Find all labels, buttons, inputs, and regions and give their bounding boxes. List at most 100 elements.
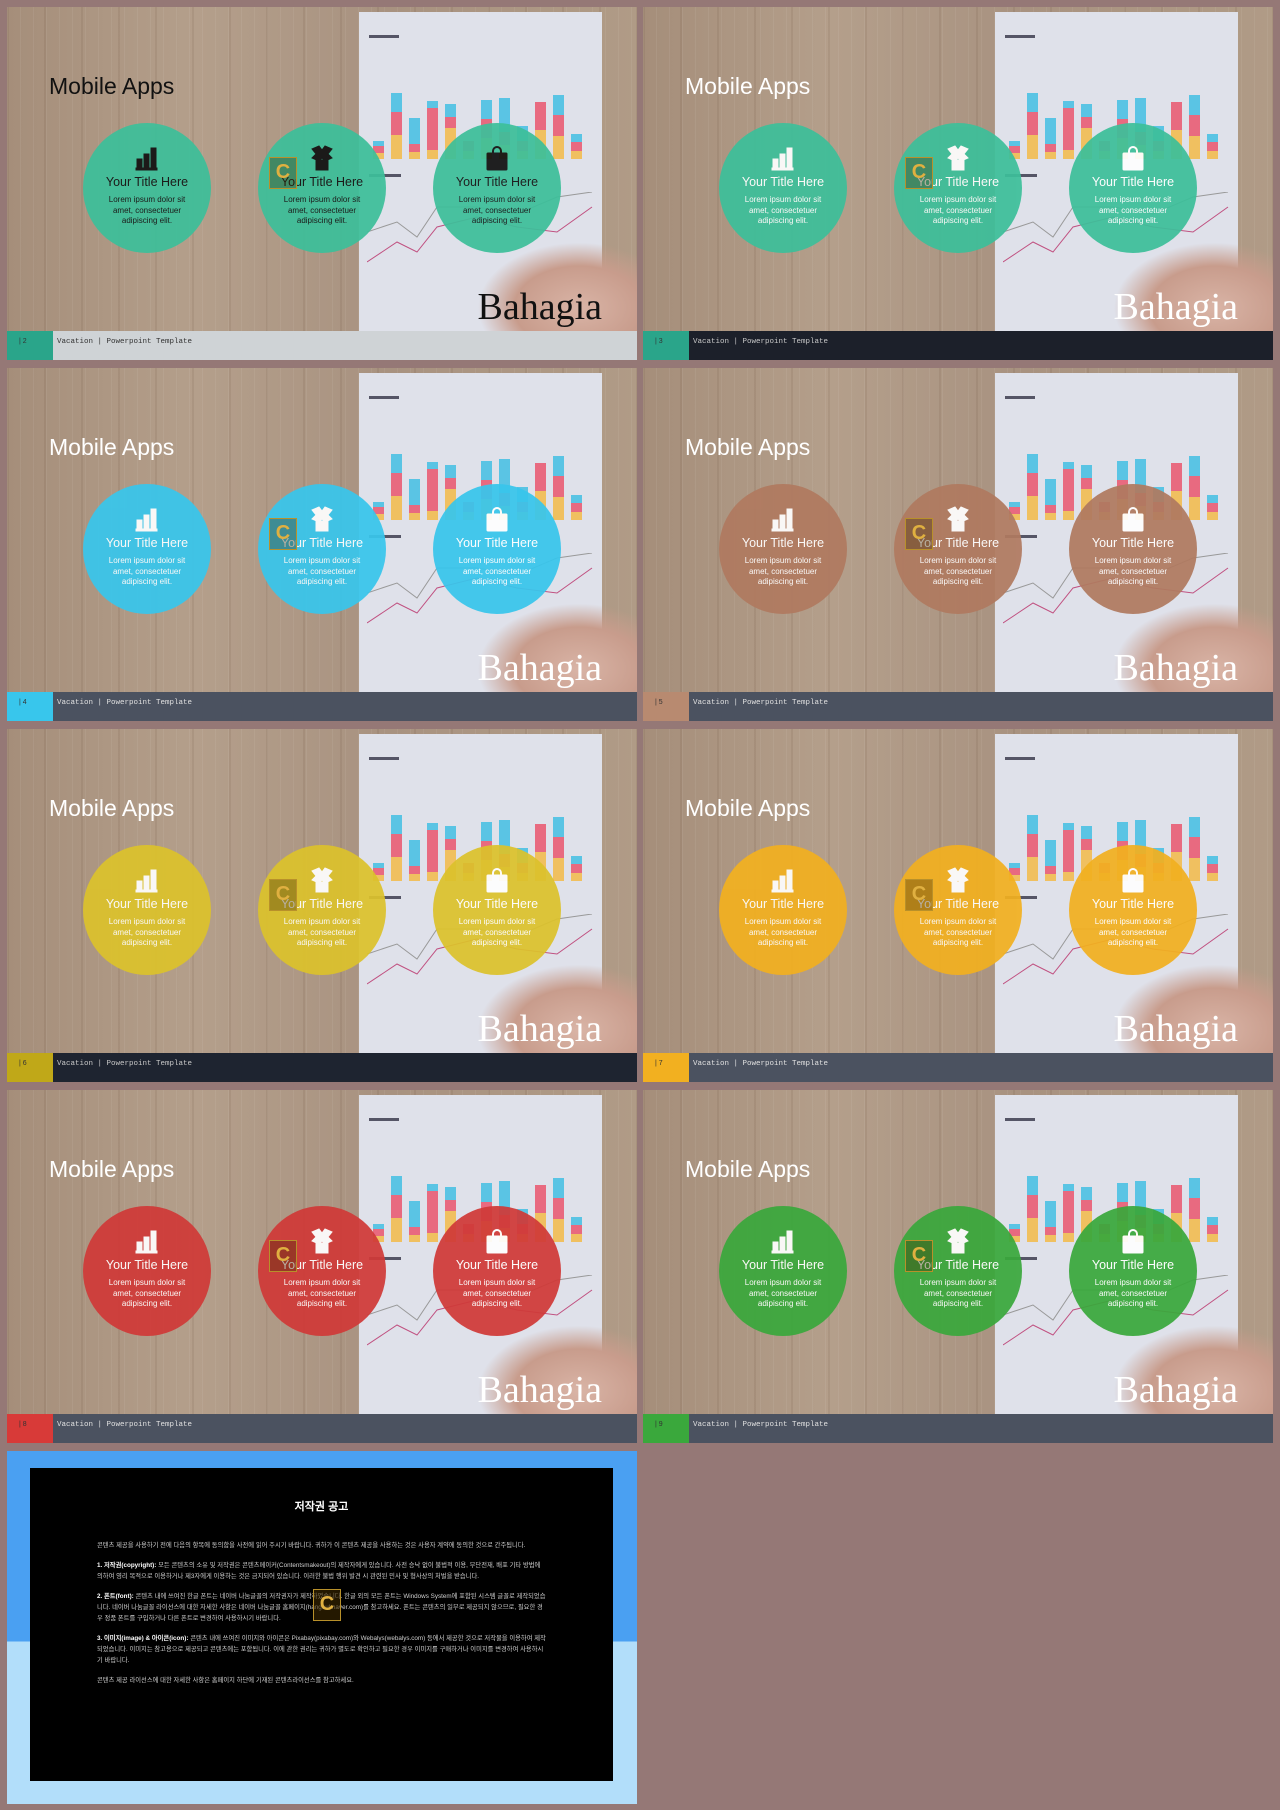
- photo-chart-bar: [1081, 104, 1092, 117]
- slide-thumbnail[interactable]: Mobile Apps Your Title Here Lorem ipsum …: [7, 7, 637, 360]
- slide-title: Mobile Apps: [685, 434, 811, 460]
- photo-chart-bar: [553, 94, 564, 115]
- photo-chart-bar: [409, 866, 420, 874]
- slide-title: Mobile Apps: [49, 1156, 175, 1182]
- photo-chart-bar: [1009, 502, 1020, 508]
- photo-chart-bar: [1207, 872, 1218, 881]
- photo-chart-bar: [1063, 462, 1074, 469]
- slide-thumbnail[interactable]: Mobile Apps Your Title Here Lorem ipsum …: [643, 729, 1273, 1082]
- photo-chart-bar: [1171, 463, 1182, 491]
- slide-footer: | 5 Vacation | Powerpoint Template: [643, 692, 1273, 721]
- brand-name: Bahagia: [1113, 1008, 1238, 1050]
- photo-chart-bar: [535, 824, 546, 852]
- footer-label: Vacation | Powerpoint Template: [693, 338, 829, 346]
- open-box-icon: [944, 145, 972, 171]
- photo-chart-bar: [409, 144, 420, 152]
- paper-heading: [1005, 396, 1035, 399]
- slide-title: Mobile Apps: [49, 434, 175, 460]
- feature-circle: Your Title Here Lorem ipsum dolor sit am…: [433, 123, 561, 253]
- photo-chart-bar: [427, 1184, 438, 1191]
- photo-chart-bar: [553, 816, 564, 837]
- photo-chart-bar: [445, 1187, 456, 1200]
- photo-chart-bar: [427, 823, 438, 830]
- shopping-bag-icon: [1119, 867, 1147, 893]
- photo-chart-bar: [1207, 864, 1218, 873]
- page-number: 5: [658, 699, 663, 706]
- page-number-block: | 8: [7, 1414, 53, 1443]
- feature-body: Lorem ipsum dolor sit amet, consectetuer…: [1094, 556, 1172, 586]
- feature-body: Lorem ipsum dolor sit amet, consectetuer…: [1094, 917, 1172, 947]
- photo-chart-bar: [1207, 142, 1218, 151]
- feature-title: Your Title Here: [455, 1258, 539, 1272]
- copyright-slide[interactable]: 저작권 공고 콘텐츠 제공을 사용하기 전에 다음의 항목에 동의함을 사전에 …: [7, 1451, 637, 1804]
- feature-circle: Your Title Here Lorem ipsum dolor sit am…: [1069, 123, 1197, 253]
- slide-thumbnail[interactable]: Mobile Apps Your Title Here Lorem ipsum …: [643, 7, 1273, 360]
- photo-chart-bar: [571, 142, 582, 151]
- slide-footer: | 3 Vacation | Powerpoint Template: [643, 331, 1273, 360]
- copyright-section: 1. 저작권(copyright): 모든 콘텐츠의 소유 및 저작권은 콘텐츠…: [97, 1560, 546, 1582]
- page-number-block: | 5: [643, 692, 689, 721]
- photo-chart-bar: [391, 134, 402, 159]
- watermark-logo-icon: C: [313, 1589, 341, 1621]
- photo-chart-bar: [1045, 118, 1056, 145]
- photo-chart-bar: [391, 92, 402, 112]
- open-box-icon: [308, 1228, 336, 1254]
- photo-chart-bar: [1027, 92, 1038, 112]
- photo-chart-bar: [1171, 824, 1182, 852]
- feature-title: Your Title Here: [105, 175, 189, 189]
- feature-body: Lorem ipsum dolor sit amet, consectetuer…: [108, 556, 186, 586]
- slide-thumbnail[interactable]: Mobile Apps Your Title Here Lorem ipsum …: [7, 1090, 637, 1443]
- copyright-section: 3. 이미지(image) & 아이콘(icon): 콘텐츠 내에 쓰여진 이미…: [97, 1633, 546, 1666]
- brand-name: Bahagia: [477, 286, 602, 328]
- photo-chart-bar: [445, 826, 456, 839]
- photo-chart-bar: [391, 453, 402, 473]
- bar-chart-icon: [133, 506, 161, 532]
- photo-chart-bar: [1027, 814, 1038, 834]
- photo-chart-bar: [553, 455, 564, 476]
- photo-chart-bar: [1189, 94, 1200, 115]
- photo-chart-bar: [409, 479, 420, 506]
- photo-chart-bar: [571, 1233, 582, 1242]
- feature-circle: Your Title Here Lorem ipsum dolor sit am…: [83, 123, 211, 253]
- watermark-logo-icon: C: [269, 879, 297, 911]
- photo-chart-bar: [1189, 1197, 1200, 1219]
- open-box-icon: [944, 1228, 972, 1254]
- copyright-intro: 콘텐츠 제공을 사용하기 전에 다음의 항목에 동의함을 사전에 읽어 주시기 …: [97, 1542, 526, 1549]
- feature-body: Lorem ipsum dolor sit amet, consectetuer…: [744, 195, 822, 225]
- photo-chart-bar: [1045, 479, 1056, 506]
- photo-chart-bar: [1009, 863, 1020, 869]
- slide-thumbnail[interactable]: Mobile Apps Your Title Here Lorem ipsum …: [643, 1090, 1273, 1443]
- photo-chart-bar: [1207, 133, 1218, 143]
- feature-circle: Your Title Here Lorem ipsum dolor sit am…: [83, 1206, 211, 1336]
- paper-heading: [1005, 35, 1035, 38]
- slide-thumbnail[interactable]: Mobile Apps Your Title Here Lorem ipsum …: [7, 368, 637, 721]
- photo-chart-bar: [481, 100, 492, 120]
- footer-label: Vacation | Powerpoint Template: [57, 1060, 193, 1068]
- bar-chart-icon: [769, 867, 797, 893]
- feature-circle: Your Title Here Lorem ipsum dolor sit am…: [433, 845, 561, 975]
- slide-thumbnail[interactable]: Mobile Apps Your Title Here Lorem ipsum …: [7, 729, 637, 1082]
- photo-chart-bar: [1171, 1185, 1182, 1213]
- photo-chart-bar: [373, 863, 384, 869]
- slide-thumbnail[interactable]: Mobile Apps Your Title Here Lorem ipsum …: [643, 368, 1273, 721]
- footer-label: Vacation | Powerpoint Template: [693, 1060, 829, 1068]
- page-number-block: | 7: [643, 1053, 689, 1082]
- page-number-block: | 4: [7, 692, 53, 721]
- photo-chart-bar: [1027, 472, 1038, 496]
- photo-chart-bar: [1063, 149, 1074, 159]
- feature-body: Lorem ipsum dolor sit amet, consectetuer…: [744, 917, 822, 947]
- feature-body: Lorem ipsum dolor sit amet, consectetuer…: [919, 917, 997, 947]
- watermark-logo-icon: C: [269, 518, 297, 550]
- page-number: 3: [658, 338, 663, 345]
- paper-heading: [1005, 1118, 1035, 1121]
- photo-chart-bar: [1045, 873, 1056, 881]
- feature-circle: Your Title Here Lorem ipsum dolor sit am…: [719, 1206, 847, 1336]
- photo-chart-bar: [1081, 1200, 1092, 1211]
- feature-body: Lorem ipsum dolor sit amet, consectetuer…: [458, 195, 536, 225]
- photo-chart-bar: [427, 107, 438, 150]
- photo-chart-bar: [1045, 1227, 1056, 1235]
- photo-chart-bar: [1063, 101, 1074, 108]
- feature-title: Your Title Here: [1091, 897, 1175, 911]
- photo-chart-bar: [1063, 1190, 1074, 1233]
- feature-body: Lorem ipsum dolor sit amet, consectetuer…: [458, 1278, 536, 1308]
